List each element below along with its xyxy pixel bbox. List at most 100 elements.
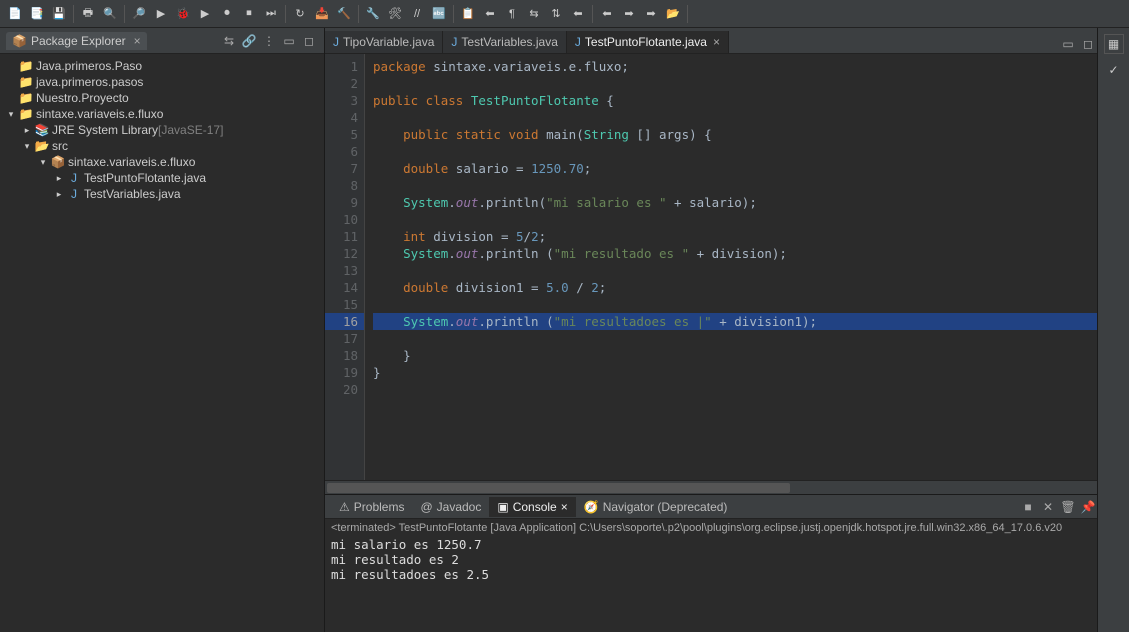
toolbar-button-23[interactable]: ⇅: [546, 4, 566, 24]
tree-item[interactable]: ▸📚JRE System Library [JavaSE-17]: [0, 122, 324, 138]
task-list-icon[interactable]: ✓: [1104, 60, 1124, 80]
toolbar-button-19[interactable]: 📋: [458, 4, 478, 24]
close-icon[interactable]: ×: [134, 34, 141, 48]
tree-item[interactable]: 📁Nuestro.Proyecto: [0, 90, 324, 106]
tab-icon: @: [420, 500, 432, 514]
tab-icon: ▣: [497, 500, 508, 514]
tab-label: Problems: [354, 500, 405, 514]
editor-tabbar: J TipoVariable.java J TestVariables.java J Te…: [325, 28, 1097, 54]
toolbar-button-26[interactable]: ➡: [619, 4, 639, 24]
bottom-tab[interactable]: 🧭 Navigator (Deprecated): [576, 497, 736, 517]
tree-item[interactable]: ▸JTestPuntoFlotante.java: [0, 170, 324, 186]
java-file-icon: J: [66, 171, 82, 185]
tree-item[interactable]: ▾📦sintaxe.variaveis.e.fluxo: [0, 154, 324, 170]
tree-item-label: JRE System Library: [52, 123, 158, 137]
editor-tab[interactable]: J TestPuntoFlotante.java ×: [567, 31, 729, 53]
tree-item-label: Java.primeros.Paso: [36, 59, 142, 73]
folder-icon: 📚: [34, 123, 50, 137]
toolbar-button-25[interactable]: ⬅: [597, 4, 617, 24]
code-editor[interactable]: 1234567891011121314151617181920 package …: [325, 54, 1097, 480]
toolbar-button-13[interactable]: 📥: [312, 4, 332, 24]
editor-tab[interactable]: J TestVariables.java: [443, 31, 567, 53]
project-tree[interactable]: 📁Java.primeros.Paso📁java.primeros.pasos📁…: [0, 54, 324, 632]
toolbar-button-21[interactable]: ¶: [502, 4, 522, 24]
toolbar-button-14[interactable]: 🔨: [334, 4, 354, 24]
java-file-icon: J: [451, 35, 457, 49]
toolbar-button-28[interactable]: 📂: [663, 4, 683, 24]
link-editor-icon[interactable]: 🔗: [240, 32, 258, 50]
toolbar-button-10[interactable]: ⏹: [239, 4, 259, 24]
toolbar-button-12[interactable]: ↻: [290, 4, 310, 24]
bottom-tab[interactable]: ⚠ Problems: [331, 497, 412, 517]
tree-item[interactable]: ▾📁sintaxe.variaveis.e.fluxo: [0, 106, 324, 122]
maximize-icon[interactable]: ◻: [300, 32, 318, 50]
bottom-tab[interactable]: ▣ Console ×: [489, 497, 575, 517]
tree-item[interactable]: ▸JTestVariables.java: [0, 186, 324, 202]
toolbar-button-4[interactable]: 🔍: [100, 4, 120, 24]
collapse-all-icon[interactable]: ⇆: [220, 32, 238, 50]
toolbar-button-24[interactable]: ⬅: [568, 4, 588, 24]
tree-item[interactable]: ▾📂src: [0, 138, 324, 154]
line-gutter: 1234567891011121314151617181920: [325, 54, 365, 480]
close-icon[interactable]: ×: [561, 500, 568, 514]
tab-icon: 🧭: [584, 500, 599, 514]
toolbar-button-5[interactable]: 🔎: [129, 4, 149, 24]
console-clear-icon[interactable]: 🗑: [1059, 498, 1077, 516]
tree-item-label: sintaxe.variaveis.e.fluxo: [68, 155, 195, 169]
tab-label: Console: [513, 500, 557, 514]
tab-label: TestVariables.java: [461, 35, 558, 49]
package-explorer-title: Package Explorer: [31, 34, 126, 48]
tab-label: TestPuntoFlotante.java: [585, 35, 707, 49]
toolbar-button-22[interactable]: ⇆: [524, 4, 544, 24]
toolbar-button-20[interactable]: ⬅: [480, 4, 500, 24]
right-toolbar: ▦ ✓: [1097, 28, 1129, 632]
tree-item-label: src: [52, 139, 68, 153]
toolbar-button-0[interactable]: 📄: [5, 4, 25, 24]
toolbar-button-1[interactable]: 📑: [27, 4, 47, 24]
tab-label: Javadoc: [437, 500, 482, 514]
toolbar-button-6[interactable]: ▶: [151, 4, 171, 24]
toolbar-button-8[interactable]: ▶: [195, 4, 215, 24]
tree-item-label: sintaxe.variaveis.e.fluxo: [36, 107, 163, 121]
bottom-tab[interactable]: @ Javadoc: [412, 497, 489, 517]
console-header: <terminated> TestPuntoFlotante [Java App…: [325, 519, 1097, 537]
toolbar-button-9[interactable]: ⏺: [217, 4, 237, 24]
toolbar-button-2[interactable]: 💾: [49, 4, 69, 24]
tree-item-label: TestPuntoFlotante.java: [84, 171, 206, 185]
tree-item[interactable]: 📁Java.primeros.Paso: [0, 58, 324, 74]
tab-label: Navigator (Deprecated): [603, 500, 728, 514]
toolbar-button-16[interactable]: 🛠: [385, 4, 405, 24]
bottom-tabbar: ⚠ Problems @ Javadoc ▣ Console × 🧭 Navigator (D…: [325, 495, 1097, 519]
toolbar-button-17[interactable]: //: [407, 4, 427, 24]
java-file-icon: J: [575, 35, 581, 49]
folder-icon: 📁: [18, 59, 34, 73]
tab-label: TipoVariable.java: [343, 35, 434, 49]
toolbar-button-15[interactable]: 🔧: [363, 4, 383, 24]
outline-icon[interactable]: ▦: [1104, 34, 1124, 54]
toolbar-button-7[interactable]: 🐞: [173, 4, 193, 24]
folder-icon: 📦: [50, 155, 66, 169]
package-explorer-header: 📦 Package Explorer × ⇆ 🔗 ⋮ ▭ ◻: [0, 28, 324, 54]
maximize-editor-icon[interactable]: ◻: [1079, 35, 1097, 53]
console-output[interactable]: mi salario es 1250.7 mi resultado es 2 m…: [325, 537, 1097, 632]
view-menu-icon[interactable]: ⋮: [260, 32, 278, 50]
console-stop-icon[interactable]: ■: [1019, 498, 1037, 516]
tree-item[interactable]: 📁java.primeros.pasos: [0, 74, 324, 90]
code-area[interactable]: package sintaxe.variaveis.e.fluxo;public…: [365, 54, 1097, 480]
editor-tab[interactable]: J TipoVariable.java: [325, 31, 443, 53]
toolbar-button-18[interactable]: 🔤: [429, 4, 449, 24]
console-remove-icon[interactable]: ✕: [1039, 498, 1057, 516]
folder-icon: 📂: [34, 139, 50, 153]
minimize-editor-icon[interactable]: ▭: [1059, 35, 1077, 53]
tab-icon: ⚠: [339, 500, 350, 514]
console-pin-icon[interactable]: 📌: [1079, 498, 1097, 516]
toolbar-button-3[interactable]: 🖶: [78, 4, 98, 24]
java-file-icon: J: [333, 35, 339, 49]
minimize-icon[interactable]: ▭: [280, 32, 298, 50]
tree-item-label: Nuestro.Proyecto: [36, 91, 129, 105]
folder-icon: 📁: [18, 107, 34, 121]
toolbar-button-11[interactable]: ⏭: [261, 4, 281, 24]
toolbar-button-27[interactable]: ➡: [641, 4, 661, 24]
close-icon[interactable]: ×: [713, 35, 720, 49]
horizontal-scrollbar[interactable]: [325, 480, 1097, 494]
